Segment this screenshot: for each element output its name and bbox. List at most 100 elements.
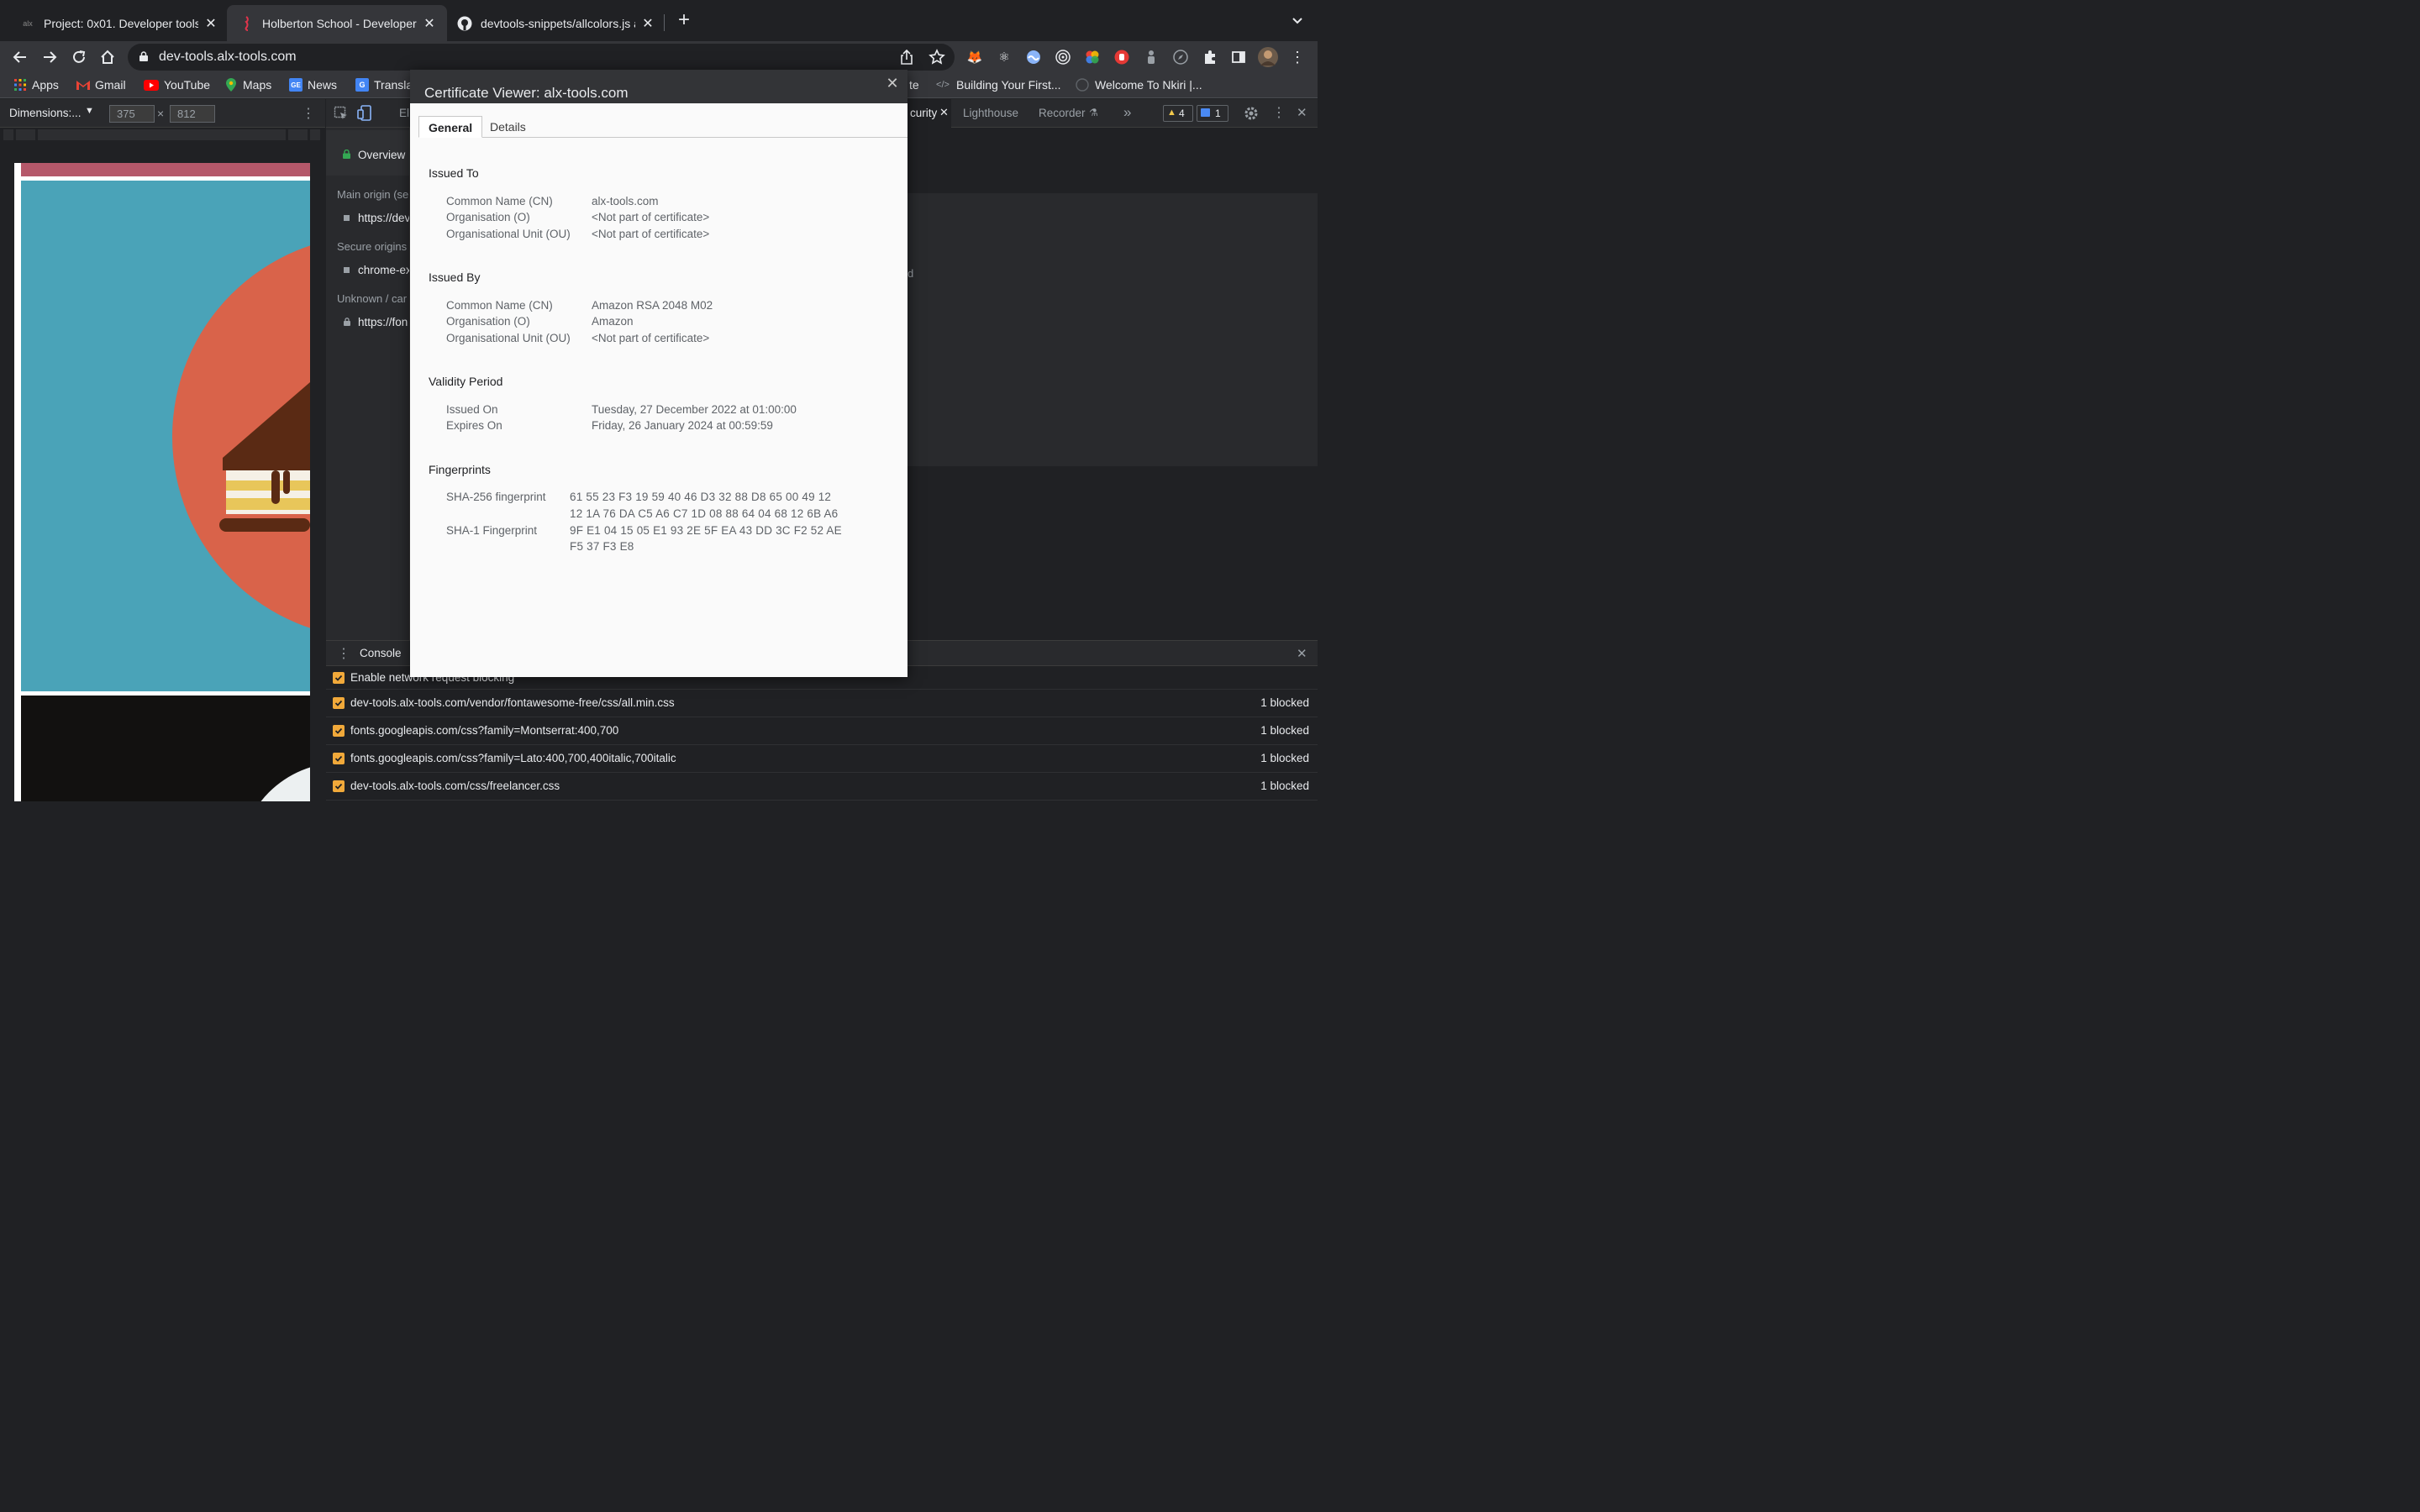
field-value: <Not part of certificate> [592, 332, 710, 344]
settings-gear-icon[interactable] [1244, 106, 1259, 121]
ruler-segment[interactable] [3, 129, 13, 140]
extensions-puzzle-icon[interactable] [1199, 46, 1221, 68]
device-width-input[interactable]: 375 [109, 105, 155, 123]
close-drawer-icon[interactable]: ✕ [1297, 646, 1307, 661]
drawer-tab-console[interactable]: Console [360, 647, 402, 659]
dropdown-triangle-icon[interactable]: ▼ [85, 106, 94, 116]
issued-to-heading: Issued To [429, 166, 479, 180]
back-button[interactable] [8, 45, 33, 70]
drawer-menu-kebab-icon[interactable]: ⋮ [337, 645, 350, 662]
messages-counter[interactable]: 1 [1197, 105, 1228, 122]
device-toolbar-toggle-icon[interactable] [357, 105, 372, 122]
url-text[interactable]: dev-tools.alx-tools.com [159, 50, 297, 65]
more-tabs-button[interactable]: » [1123, 104, 1131, 121]
close-icon[interactable]: ✕ [203, 15, 218, 32]
profile-avatar[interactable] [1257, 46, 1279, 68]
field-label: Issued On [446, 403, 498, 416]
bookmark-partial[interactable]: te [909, 78, 919, 92]
close-dialog-icon[interactable]: ✕ [885, 76, 900, 91]
enable-blocking-checkbox[interactable] [333, 672, 345, 684]
home-button[interactable] [95, 45, 120, 70]
bookmark-news[interactable]: GE News [289, 78, 337, 92]
bookmark-translate[interactable]: G Transla [355, 78, 413, 92]
pattern-checkbox[interactable] [333, 753, 345, 764]
main-origin-link[interactable]: https://dev [358, 212, 409, 224]
field-value: Amazon [592, 315, 634, 328]
tab-general[interactable]: General [418, 116, 483, 138]
ruler-segment[interactable] [288, 129, 308, 140]
emulated-page-preview[interactable] [14, 163, 310, 801]
tab-security[interactable]: curity ✕ [908, 99, 951, 128]
gmail-icon [76, 78, 90, 92]
bookmark-label: Transla [374, 78, 413, 92]
tab-search-chevron-icon[interactable] [1289, 12, 1306, 29]
device-dimensions-select[interactable]: Dimensions:... [9, 107, 82, 119]
ruler-segment[interactable] [16, 129, 35, 140]
new-tab-button[interactable]: + [675, 10, 693, 30]
pattern-checkbox[interactable] [333, 780, 345, 792]
field-value: <Not part of certificate> [592, 211, 710, 223]
tab-lighthouse[interactable]: Lighthouse [963, 107, 1018, 119]
warnings-counter[interactable]: ▲ 4 [1163, 105, 1193, 122]
unknown-origin-link[interactable]: https://fon [358, 316, 408, 328]
reload-button[interactable] [66, 45, 92, 70]
react-devtools-icon[interactable]: ⚛ [993, 46, 1015, 68]
security-details-area: d [908, 193, 1318, 466]
bookmark-maps[interactable]: Maps [224, 78, 271, 92]
bookmark-label: YouTube [164, 78, 211, 92]
tab-recorder[interactable]: Recorder [1039, 107, 1086, 119]
target-extension-icon[interactable] [1052, 46, 1074, 68]
blocked-pattern-row[interactable]: fonts.googleapis.com/css?family=Montserr… [326, 718, 1318, 745]
tab-details[interactable]: Details [481, 116, 535, 138]
metamask-fox-icon[interactable]: 🦊 [964, 46, 986, 68]
green-lock-icon [343, 150, 350, 159]
forward-arrow-icon [44, 51, 57, 63]
inspect-element-icon[interactable] [334, 106, 349, 121]
wave-extension-icon[interactable] [1023, 46, 1044, 68]
bookmark-label: Building Your First... [956, 78, 1061, 92]
bookmark-nkiri[interactable]: Welcome To Nkiri |... [1075, 78, 1202, 92]
bookmark-youtube[interactable]: YouTube [144, 78, 210, 92]
pattern-checkbox[interactable] [333, 697, 345, 709]
color-picker-extension-icon[interactable] [1081, 46, 1103, 68]
bookmark-gmail[interactable]: Gmail [76, 78, 126, 92]
browser-menu-kebab-icon[interactable]: ⋮ [1286, 46, 1308, 68]
secure-origin-link[interactable]: chrome-ex [358, 264, 409, 276]
security-overview-item[interactable]: Overview [326, 130, 409, 176]
blocked-pattern-row[interactable]: fonts.googleapis.com/css?family=Lato:400… [326, 746, 1318, 773]
close-icon[interactable]: ✕ [939, 106, 949, 119]
compass-extension-icon[interactable] [1170, 46, 1192, 68]
close-icon[interactable]: ✕ [422, 15, 437, 32]
bookmark-apps[interactable]: Apps [13, 78, 59, 92]
ruler-segment[interactable] [38, 129, 286, 140]
bookmark-building-your-first[interactable]: </> Building Your First... [934, 78, 1061, 92]
bookmark-star-icon[interactable] [929, 49, 945, 66]
browser-tab-project[interactable]: alx Project: 0x01. Developer tools ✕ [8, 5, 229, 41]
person-extension-icon[interactable] [1140, 46, 1162, 68]
blocked-pattern-row[interactable]: dev-tools.alx-tools.com/vendor/fontaweso… [326, 690, 1318, 717]
media-query-ruler [0, 128, 325, 143]
browser-toolbar: dev-tools.alx-tools.com 🦊 ⚛ ⋮ [0, 41, 1318, 73]
browser-tab-github[interactable]: devtools-snippets/allcolors.js a ✕ [445, 5, 666, 41]
certificate-tabs: General Details [418, 116, 908, 138]
messages-count: 1 [1215, 108, 1221, 119]
pattern-url: dev-tools.alx-tools.com/css/freelancer.c… [350, 780, 560, 792]
pattern-checkbox[interactable] [333, 725, 345, 737]
address-bar[interactable]: dev-tools.alx-tools.com [128, 44, 955, 71]
ruler-segment[interactable] [310, 129, 320, 140]
tab-elements[interactable]: El [399, 107, 409, 119]
security-summary-area [908, 128, 1318, 193]
lock-icon[interactable] [139, 51, 148, 61]
blocked-pattern-row[interactable]: dev-tools.alx-tools.com/css/freelancer.c… [326, 774, 1318, 801]
bookmark-label: News [308, 78, 338, 92]
browser-tab-holberton[interactable]: Holberton School - Developer t ✕ [227, 5, 447, 41]
device-options-kebab-icon[interactable]: ⋮ [302, 105, 315, 122]
devtools-menu-kebab-icon[interactable]: ⋮ [1272, 104, 1286, 121]
close-devtools-icon[interactable]: ✕ [1297, 105, 1307, 120]
side-panel-icon[interactable] [1228, 46, 1249, 68]
forward-button[interactable] [37, 45, 62, 70]
close-icon[interactable]: ✕ [640, 15, 655, 32]
device-height-input[interactable]: 812 [170, 105, 215, 123]
hand-block-extension-icon[interactable] [1111, 46, 1133, 68]
share-icon[interactable] [898, 49, 915, 66]
